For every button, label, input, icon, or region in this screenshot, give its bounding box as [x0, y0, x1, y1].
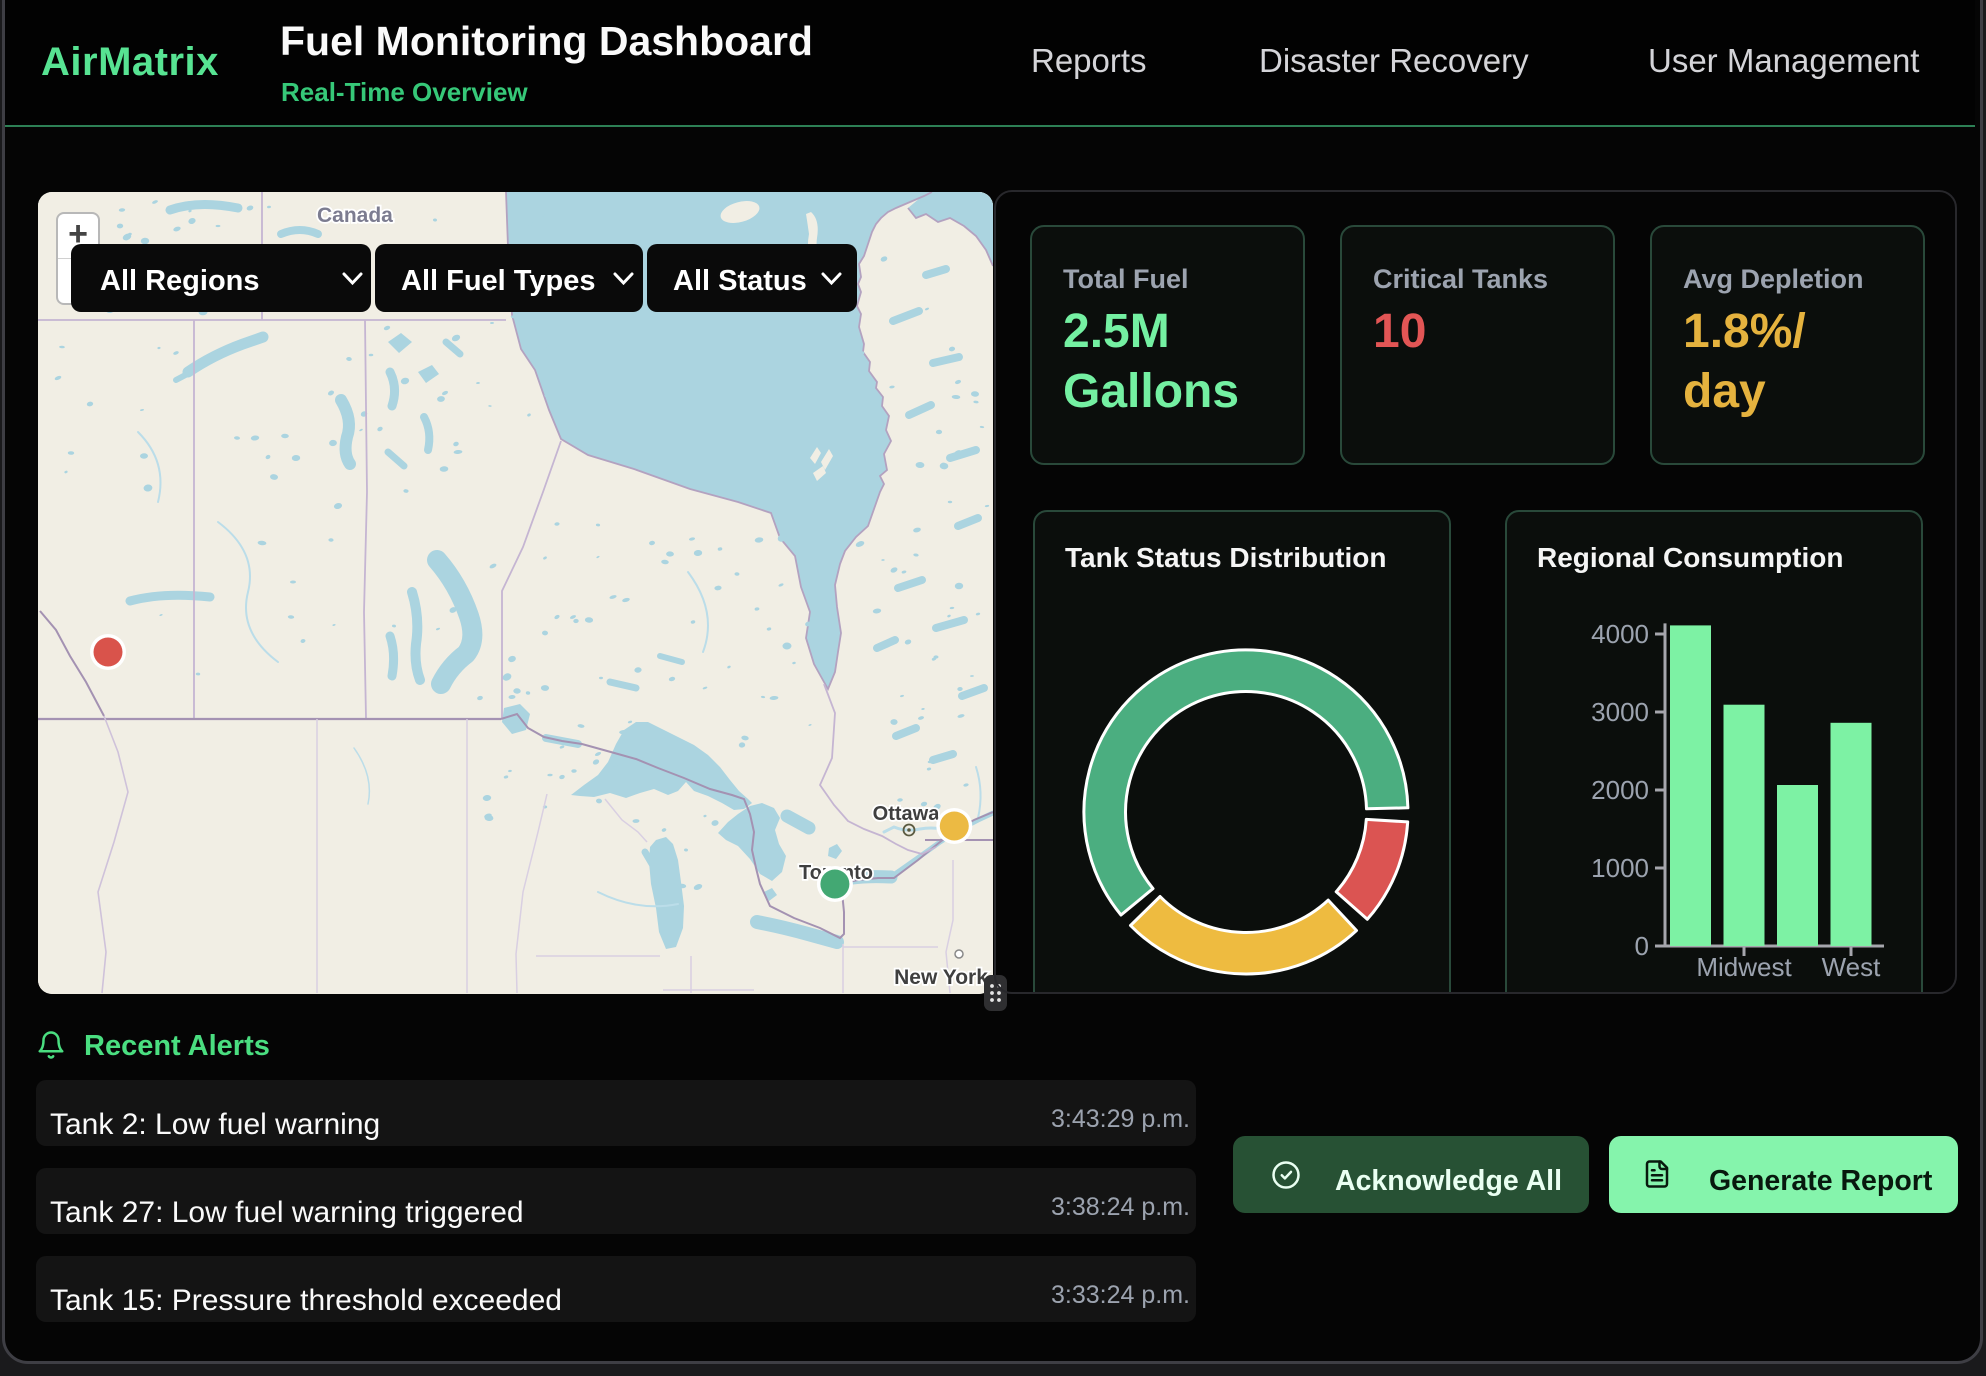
- svg-text:3000: 3000: [1591, 697, 1649, 727]
- svg-text:4000: 4000: [1591, 619, 1649, 649]
- svg-text:Ottawa: Ottawa: [873, 803, 941, 825]
- svg-text:0: 0: [1635, 931, 1649, 961]
- svg-text:Midwest: Midwest: [1696, 952, 1792, 982]
- svg-text:West: West: [1822, 952, 1882, 982]
- svg-text:Canada: Canada: [317, 204, 393, 227]
- svg-text:2000: 2000: [1591, 775, 1649, 805]
- svg-text:New York: New York: [894, 966, 988, 989]
- svg-text:1000: 1000: [1591, 853, 1649, 883]
